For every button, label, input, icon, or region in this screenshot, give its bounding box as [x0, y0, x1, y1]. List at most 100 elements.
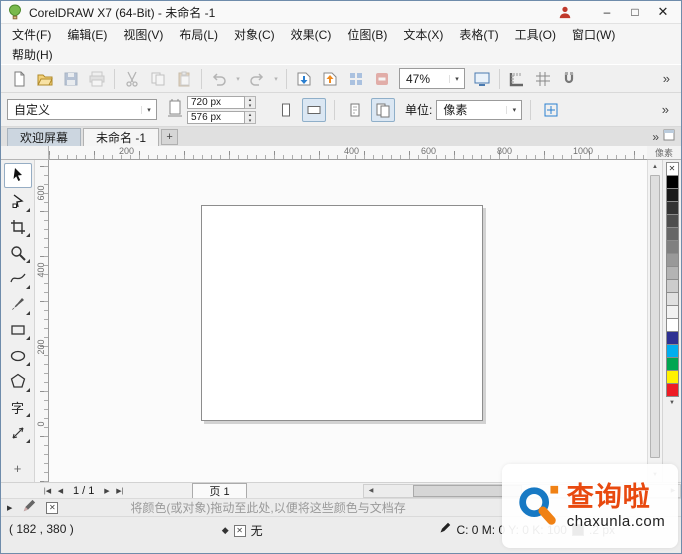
rectangle-tool[interactable] [4, 318, 32, 343]
color-swatch[interactable] [666, 188, 679, 202]
vertical-ruler[interactable]: 600 400 200 0 [35, 160, 49, 482]
current-page-settings-button[interactable] [343, 98, 367, 122]
page-size-preset-combo[interactable]: 自定义 ▾ [7, 99, 157, 120]
new-document-button[interactable] [6, 67, 32, 91]
show-grid-button[interactable] [530, 67, 556, 91]
color-swatch[interactable] [666, 344, 679, 358]
horizontal-ruler[interactable]: 200 400 600 800 1000 [49, 146, 647, 160]
color-swatch[interactable] [666, 201, 679, 215]
palette-scroll-down-icon[interactable]: ▼ [669, 400, 675, 406]
menu-view[interactable]: 视图(V) [115, 24, 171, 45]
ellipse-tool[interactable] [4, 343, 32, 368]
zoom-level-combo[interactable]: 47% ▾ [399, 68, 465, 89]
color-swatch[interactable] [666, 370, 679, 384]
polygon-tool[interactable] [4, 369, 32, 394]
height-spinner[interactable]: ▴ ▾ [245, 111, 256, 124]
copy-button[interactable] [145, 67, 171, 91]
color-swatch[interactable] [666, 279, 679, 293]
text-tool[interactable]: 字 [4, 395, 32, 420]
color-swatch[interactable] [666, 292, 679, 306]
menu-layout[interactable]: 布局(L) [171, 24, 226, 45]
vertical-scroll-thumb[interactable] [650, 175, 660, 458]
page-1-tab[interactable]: 页 1 [192, 483, 246, 498]
menu-file[interactable]: 文件(F) [4, 24, 59, 45]
portrait-orientation-button[interactable] [274, 98, 298, 122]
document-page[interactable] [201, 205, 483, 421]
menu-tools[interactable]: 工具(O) [507, 24, 564, 45]
color-swatch[interactable] [666, 305, 679, 319]
tab-overflow-chevron[interactable]: » [652, 130, 663, 146]
propbar-overflow-chevron[interactable]: » [656, 102, 675, 117]
publish-pdf-button[interactable] [369, 67, 395, 91]
application-launcher-button[interactable] [343, 67, 369, 91]
drawing-canvas[interactable] [49, 160, 647, 482]
spin-down-icon[interactable]: ▾ [245, 103, 255, 109]
chevron-down-icon[interactable]: ▾ [141, 106, 156, 114]
color-swatch[interactable] [666, 266, 679, 280]
shape-tool[interactable] [4, 189, 32, 214]
menu-table[interactable]: 表格(T) [451, 24, 506, 45]
fill-swatch-icon[interactable]: ✕ [46, 502, 58, 514]
toolbar-overflow-chevron[interactable]: » [657, 71, 676, 86]
freehand-tool[interactable] [4, 266, 32, 291]
ruler-origin-corner[interactable] [1, 146, 49, 160]
nudge-distance-icon[interactable] [539, 98, 563, 122]
color-swatch[interactable] [666, 240, 679, 254]
color-swatch[interactable] [666, 331, 679, 345]
zoom-tool[interactable] [4, 240, 32, 265]
import-button[interactable] [291, 67, 317, 91]
customize-toolbox-button[interactable]: + [4, 456, 32, 481]
vertical-scrollbar[interactable]: ▲ ▼ [647, 160, 662, 482]
color-swatch[interactable] [666, 175, 679, 189]
chevron-down-icon[interactable]: ▾ [449, 75, 464, 83]
vertical-scroll-track[interactable] [648, 174, 662, 468]
color-swatch[interactable] [666, 318, 679, 332]
color-swatch[interactable] [666, 383, 679, 397]
last-page-button[interactable]: ▶| [113, 487, 126, 495]
tab-untitled-document[interactable]: 未命名 -1 [83, 128, 159, 146]
user-account-icon[interactable] [553, 3, 577, 21]
previous-page-button[interactable]: ◀ [54, 487, 67, 495]
save-button[interactable] [58, 67, 84, 91]
menu-effects[interactable]: 效果(C) [283, 24, 340, 45]
menu-text[interactable]: 文本(X) [395, 24, 451, 45]
undo-button[interactable] [206, 67, 232, 91]
redo-dropdown-arrow[interactable]: ▾ [270, 67, 282, 91]
page-height-field[interactable]: 576 px [187, 111, 245, 124]
menu-edit[interactable]: 编辑(E) [59, 24, 115, 45]
outline-pen-icon[interactable] [22, 499, 36, 516]
page-width-field[interactable]: 720 px [187, 96, 245, 109]
show-rulers-button[interactable] [504, 67, 530, 91]
menu-help[interactable]: 帮助(H) [4, 44, 61, 65]
tab-welcome-screen[interactable]: 欢迎屏幕 [7, 128, 81, 146]
flyout-arrow-icon[interactable]: ▶ [7, 504, 12, 512]
maximize-button[interactable]: □ [621, 3, 649, 22]
menu-bitmaps[interactable]: 位图(B) [339, 24, 395, 45]
all-pages-settings-button[interactable] [371, 98, 395, 122]
undo-dropdown-arrow[interactable]: ▾ [232, 67, 244, 91]
color-swatch[interactable] [666, 227, 679, 241]
color-swatch[interactable] [666, 253, 679, 267]
redo-button[interactable] [244, 67, 270, 91]
crop-tool[interactable] [4, 215, 32, 240]
scroll-up-icon[interactable]: ▲ [648, 160, 662, 174]
first-page-button[interactable]: |◀ [41, 487, 54, 495]
paste-button[interactable] [171, 67, 197, 91]
pick-tool[interactable] [4, 163, 32, 188]
open-button[interactable] [32, 67, 58, 91]
landscape-orientation-button[interactable] [302, 98, 326, 122]
dimension-tool[interactable] [4, 420, 32, 445]
snap-to-button[interactable] [556, 67, 582, 91]
chevron-down-icon[interactable]: ▾ [506, 106, 521, 114]
cut-button[interactable] [119, 67, 145, 91]
width-spinner[interactable]: ▴ ▾ [245, 96, 256, 109]
menu-window[interactable]: 窗口(W) [564, 24, 623, 45]
spin-down-icon[interactable]: ▾ [245, 118, 255, 124]
menu-object[interactable]: 对象(C) [226, 24, 283, 45]
minimize-button[interactable]: – [593, 3, 621, 22]
color-swatch[interactable] [666, 357, 679, 371]
close-button[interactable]: ✕ [649, 3, 677, 22]
no-color-swatch[interactable]: ✕ [666, 162, 679, 176]
next-page-button[interactable]: ▶ [100, 487, 113, 495]
fullscreen-preview-button[interactable] [469, 67, 495, 91]
